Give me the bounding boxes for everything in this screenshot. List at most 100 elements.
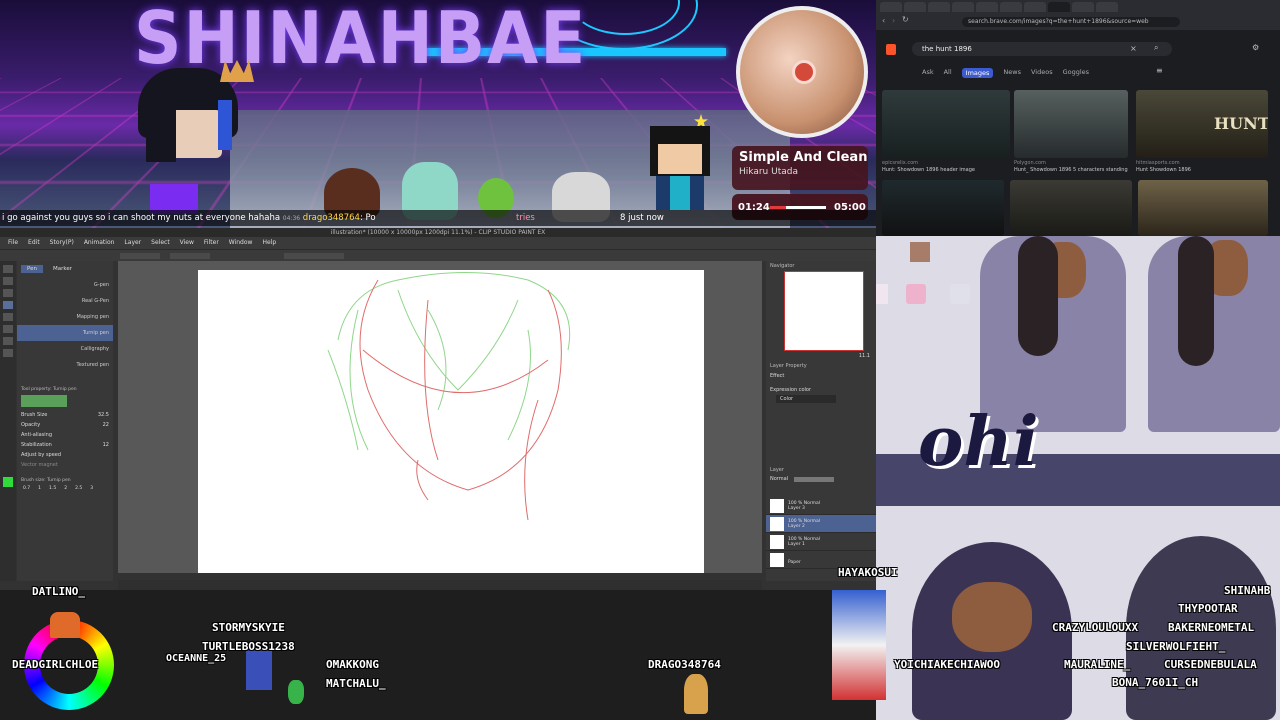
menu-story[interactable]: Story(P) bbox=[50, 237, 74, 249]
tab-ask[interactable]: Ask bbox=[922, 68, 934, 78]
viewer-name: THYPOOTAR bbox=[1178, 602, 1238, 615]
blend-mode-row[interactable]: Normal bbox=[766, 475, 876, 483]
menu-filter[interactable]: Filter bbox=[204, 237, 219, 249]
browser-tab-active[interactable] bbox=[1048, 2, 1070, 12]
antialias-row[interactable]: Anti-aliasing bbox=[17, 430, 113, 440]
tool-icon[interactable] bbox=[3, 313, 13, 321]
viewer-name: MAURALINE_ bbox=[1064, 658, 1131, 671]
result-caption[interactable]: Hunt_ Showdown 1896 5 characters standin… bbox=[1014, 167, 1128, 173]
menu-window[interactable]: Window bbox=[229, 237, 253, 249]
browser-tab[interactable] bbox=[1096, 2, 1118, 12]
browser-tab[interactable] bbox=[904, 2, 926, 12]
layer-row[interactable]: 100 % Normal Layer 1 bbox=[766, 533, 876, 551]
search-icon[interactable]: ⌕ bbox=[1154, 43, 1158, 53]
layer-row[interactable]: 100 % Normal Layer 3 bbox=[766, 497, 876, 515]
brush-turnip-pen[interactable]: Turnip pen bbox=[17, 325, 113, 341]
adjust-speed-row[interactable]: Adjust by speed bbox=[17, 450, 113, 460]
browser-tab[interactable] bbox=[976, 2, 998, 12]
chat-ticker: i go against you guys so i can shoot my … bbox=[0, 210, 876, 226]
menu-edit[interactable]: Edit bbox=[28, 237, 40, 249]
command-bar bbox=[0, 249, 876, 261]
clear-icon[interactable]: × bbox=[1130, 44, 1137, 53]
sketch-strokes bbox=[327, 272, 571, 521]
tool-icon[interactable] bbox=[3, 277, 13, 285]
opacity-row[interactable]: Opacity 22 bbox=[17, 420, 113, 430]
reload-icon[interactable]: ↻ bbox=[902, 15, 909, 24]
drawing-canvas[interactable] bbox=[198, 270, 704, 573]
brush-textured-pen[interactable]: Textured pen bbox=[17, 357, 113, 373]
pixel-avatar bbox=[128, 60, 254, 214]
menu-select[interactable]: Select bbox=[151, 237, 170, 249]
tool-icon[interactable] bbox=[3, 289, 13, 297]
opacity-slider[interactable] bbox=[794, 477, 835, 482]
browser-tab[interactable] bbox=[928, 2, 950, 12]
image-result[interactable] bbox=[1010, 180, 1132, 236]
brush-gpen[interactable]: G-pen bbox=[17, 277, 113, 293]
image-result[interactable] bbox=[882, 90, 1010, 158]
url-field[interactable]: search.brave.com/images?q=the+hunt+1896&… bbox=[962, 17, 1180, 27]
chat-fragment: tries bbox=[516, 213, 535, 223]
tab-goggles[interactable]: Goggles bbox=[1063, 68, 1089, 78]
menu-animation[interactable]: Animation bbox=[84, 237, 115, 249]
effect-label: Effect bbox=[770, 373, 785, 379]
tab-news[interactable]: News bbox=[1003, 68, 1021, 78]
navigator-preview[interactable] bbox=[784, 271, 864, 351]
browser-tab[interactable] bbox=[1072, 2, 1094, 12]
viewer-name: YOICHIAKECHIAWOO bbox=[894, 658, 1000, 671]
browser-tab[interactable] bbox=[952, 2, 974, 12]
brush-mapping-pen[interactable]: Mapping pen bbox=[17, 309, 113, 325]
character-art-side bbox=[1148, 236, 1280, 432]
image-result[interactable] bbox=[1138, 180, 1268, 236]
image-result[interactable] bbox=[882, 180, 1004, 236]
expression-color-select[interactable]: Color bbox=[776, 395, 836, 403]
result-caption[interactable]: Hunt Showdown 1896 bbox=[1136, 167, 1268, 173]
menu-help[interactable]: Help bbox=[262, 237, 276, 249]
command-buttons[interactable] bbox=[120, 253, 160, 259]
brave-logo-icon[interactable] bbox=[886, 44, 896, 55]
stabilization-row[interactable]: Stabilization 12 bbox=[17, 440, 113, 450]
pen-tool-icon[interactable] bbox=[3, 301, 13, 309]
brush-calligraphy[interactable]: Calligraphy bbox=[17, 341, 113, 357]
tool-icon[interactable] bbox=[3, 265, 13, 273]
menu-layer[interactable]: Layer bbox=[124, 237, 141, 249]
stream-banner: SHINAHBAE Simple And Clean Hikaru Utada … bbox=[0, 0, 876, 228]
layer-row-selected[interactable]: 100 % Normal Layer 2 bbox=[766, 515, 876, 533]
chat-text-after: : Po bbox=[359, 213, 376, 223]
brush-size-row[interactable]: Brush Size 32.5 bbox=[17, 410, 113, 420]
tool-icon[interactable] bbox=[3, 325, 13, 333]
settings-icon[interactable]: ⚙ bbox=[1252, 43, 1259, 52]
tool-icon[interactable] bbox=[3, 337, 13, 345]
song-title: Simple And Clean bbox=[739, 150, 868, 165]
menu-view[interactable]: View bbox=[180, 237, 194, 249]
tool-icon[interactable] bbox=[3, 349, 13, 357]
zoom-readout[interactable]: 11.1 bbox=[766, 351, 876, 361]
viewer-name: BONA_7601I_CH bbox=[1112, 676, 1199, 689]
main-color-swatch[interactable] bbox=[3, 477, 13, 487]
tab-all[interactable]: All bbox=[944, 68, 952, 78]
brush-real-gpen[interactable]: Real G-Pen bbox=[17, 293, 113, 309]
browser-tab[interactable] bbox=[1000, 2, 1022, 12]
subtool-tab-pen[interactable]: Pen bbox=[21, 265, 43, 273]
command-buttons[interactable] bbox=[284, 253, 344, 259]
pixel-character bbox=[684, 674, 708, 714]
back-icon[interactable]: ‹ bbox=[882, 16, 885, 25]
command-buttons[interactable] bbox=[170, 253, 210, 259]
browser-window: ‹ › ↻ search.brave.com/images?q=the+hunt… bbox=[876, 0, 1280, 236]
tab-videos[interactable]: Videos bbox=[1031, 68, 1053, 78]
viewer-name: DATLINO_ bbox=[32, 585, 85, 598]
browser-tab[interactable] bbox=[880, 2, 902, 12]
tab-images[interactable]: Images bbox=[961, 68, 994, 78]
menu-file[interactable]: File bbox=[8, 237, 18, 249]
image-result[interactable] bbox=[1014, 90, 1128, 158]
forward-icon[interactable]: › bbox=[892, 16, 895, 25]
browser-tab[interactable] bbox=[1024, 2, 1046, 12]
filter-icon[interactable]: ≡ bbox=[1156, 66, 1163, 75]
vector-magnet-row[interactable]: Vector magnet bbox=[17, 460, 113, 470]
song-progress-track bbox=[770, 206, 826, 209]
subtool-tab-marker[interactable]: Marker bbox=[47, 265, 78, 273]
image-result[interactable]: HUNT bbox=[1136, 90, 1268, 158]
result-caption[interactable]: Hunt: Showdown 1896 header image bbox=[882, 167, 1010, 173]
sheet-lettering: ohi bbox=[918, 402, 1039, 482]
pixel-character bbox=[288, 680, 304, 704]
pixel-character bbox=[50, 612, 80, 638]
